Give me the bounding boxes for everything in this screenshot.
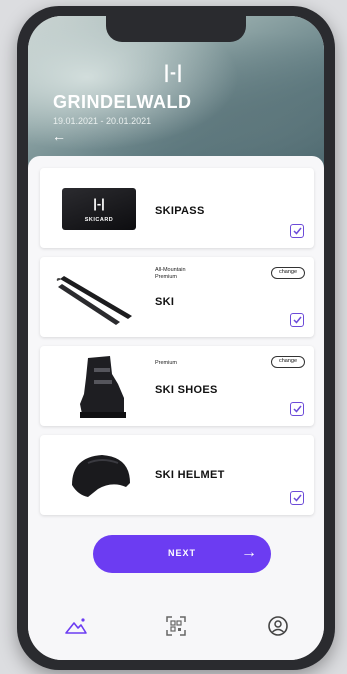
item-title: SKI <box>155 296 175 308</box>
change-button[interactable]: change <box>270 356 305 368</box>
ski-boot-image <box>80 356 126 418</box>
change-button[interactable]: change <box>270 267 305 279</box>
arrow-right-icon: → <box>241 544 257 561</box>
next-button[interactable]: NEXT → <box>93 535 271 573</box>
checkbox-checked-icon[interactable] <box>290 313 304 327</box>
item-subtitle: Premium <box>155 360 178 366</box>
item-title: SKI SHOES <box>155 384 218 396</box>
back-arrow-icon[interactable]: ← <box>52 128 66 144</box>
skicard-image: |-| SKICARD <box>62 188 136 230</box>
items-sheet: |-| SKICARD SKIPASS All-Mountain Premium… <box>28 156 324 660</box>
brand-logo: |-| <box>164 62 184 82</box>
skicard-label: SKICARD <box>84 217 114 223</box>
skicard-logo: |-| <box>93 196 105 211</box>
checkbox-checked-icon[interactable] <box>290 402 304 416</box>
phone-notch <box>106 16 246 42</box>
item-subtitle: All-Mountain <box>155 267 186 273</box>
item-subtitle-2: Premium <box>155 274 178 280</box>
item-card-ski-shoes[interactable]: Premium change SKI SHOES <box>40 346 314 426</box>
phone-frame: |-| GRINDELWALD 19.01.2021 - 20.01.2021 … <box>17 6 335 670</box>
app-screen: |-| GRINDELWALD 19.01.2021 - 20.01.2021 … <box>28 16 324 660</box>
checkbox-checked-icon[interactable] <box>290 491 304 505</box>
ski-image <box>56 276 132 325</box>
item-title: SKI HELMET <box>155 469 225 481</box>
qr-scan-icon[interactable] <box>164 614 188 638</box>
item-card-ski-helmet[interactable]: SKI HELMET <box>40 435 314 515</box>
date-range: 19.01.2021 - 20.01.2021 <box>53 116 152 126</box>
item-title: SKIPASS <box>155 205 205 217</box>
location-title: GRINDELWALD <box>53 92 192 112</box>
item-card-ski[interactable]: All-Mountain Premium change SKI <box>40 257 314 337</box>
item-card-skipass[interactable]: |-| SKICARD SKIPASS <box>40 168 314 248</box>
helmet-image <box>72 455 130 497</box>
checkbox-checked-icon[interactable] <box>290 224 304 238</box>
user-icon[interactable] <box>266 614 290 638</box>
bottom-tab-bar <box>28 608 324 648</box>
mountain-icon[interactable] <box>64 614 88 638</box>
